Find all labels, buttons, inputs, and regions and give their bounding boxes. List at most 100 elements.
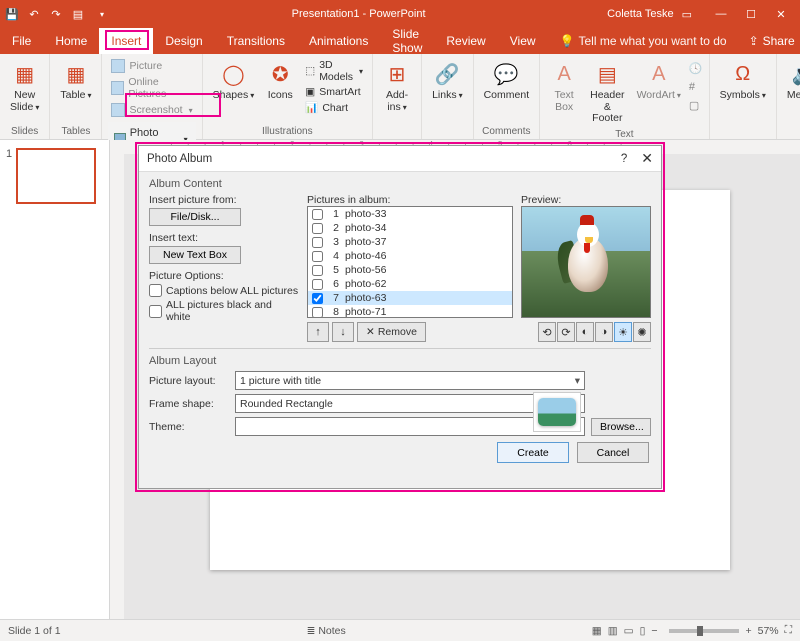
list-item[interactable]: 6photo-62 <box>308 277 512 291</box>
chart-button[interactable]: 📊Chart <box>302 100 366 115</box>
list-item[interactable]: 4photo-46 <box>308 249 512 263</box>
online-pictures-button[interactable]: Online Pictures <box>108 75 195 101</box>
reading-view-icon[interactable]: ▭ <box>624 625 634 637</box>
normal-view-icon[interactable]: ▦ <box>592 625 602 637</box>
date-time-icon[interactable]: 🕓 <box>689 62 703 75</box>
rotate-left-icon[interactable]: ⟲ <box>538 322 556 342</box>
zoom-in-icon[interactable]: + <box>745 625 751 637</box>
list-item-checkbox[interactable] <box>312 223 323 234</box>
symbols-button[interactable]: ΩSymbols▾ <box>716 58 770 104</box>
list-item-checkbox[interactable] <box>312 265 323 276</box>
help-icon[interactable]: ? <box>621 153 627 165</box>
ribbon-options-icon[interactable]: ▭ <box>682 8 692 21</box>
group-symbols: ΩSymbols▾ <box>710 54 777 139</box>
file-disk-button[interactable]: File/Disk... <box>149 208 241 226</box>
slide-indicator[interactable]: Slide 1 of 1 <box>8 625 61 637</box>
tab-view[interactable]: View <box>498 28 548 54</box>
user-name[interactable]: Coletta Teske <box>607 8 673 20</box>
list-item-checkbox[interactable] <box>312 251 323 262</box>
list-item-checkbox[interactable] <box>312 279 323 290</box>
captions-checkbox[interactable] <box>149 284 162 297</box>
tab-animations[interactable]: Animations <box>297 28 380 54</box>
share-button[interactable]: ⇪ Share <box>739 28 800 54</box>
object-icon[interactable]: ▢ <box>689 99 703 112</box>
list-item-checkbox[interactable] <box>312 209 323 220</box>
picture-layout-combo[interactable]: 1 picture with title <box>235 371 585 390</box>
tab-insert[interactable]: Insert <box>99 28 153 54</box>
brightness-down-icon[interactable]: ✺ <box>633 322 651 342</box>
bw-checkbox[interactable] <box>149 305 162 318</box>
list-item[interactable]: 3photo-37 <box>308 235 512 249</box>
list-item-checkbox[interactable] <box>312 307 323 318</box>
notes-button[interactable]: ≣ Notes <box>307 625 346 637</box>
tab-review[interactable]: Review <box>434 28 497 54</box>
slide-number-icon[interactable]: # <box>689 81 703 93</box>
captions-checkbox-row[interactable]: Captions below ALL pictures <box>149 284 299 297</box>
tab-slideshow[interactable]: Slide Show <box>380 28 434 54</box>
pictures-button[interactable]: Picture <box>108 58 195 74</box>
contrast-down-icon[interactable]: ◑ <box>595 322 613 342</box>
links-button[interactable]: 🔗Links▾ <box>428 58 467 104</box>
undo-icon[interactable]: ↶ <box>26 8 42 21</box>
tab-transitions[interactable]: Transitions <box>215 28 297 54</box>
smartart-button[interactable]: ▣SmartArt <box>302 85 366 99</box>
shapes-button[interactable]: ◯Shapes▾ <box>209 58 259 104</box>
list-item-checkbox[interactable] <box>312 293 323 304</box>
icons-button[interactable]: ✪Icons <box>262 58 298 104</box>
photo-album-dialog: Photo Album ? ✕ Album Content Insert pic… <box>138 145 662 489</box>
tab-design[interactable]: Design <box>153 28 214 54</box>
list-item-checkbox[interactable] <box>312 237 323 248</box>
minimize-icon[interactable]: — <box>706 8 736 21</box>
slide-thumbnail-1[interactable] <box>16 148 96 204</box>
tell-me-search[interactable]: 💡 Tell me what you want to do <box>548 28 739 54</box>
save-icon[interactable]: 💾 <box>4 8 20 21</box>
textbox-label: Text Box <box>550 90 578 113</box>
close-icon[interactable]: ✕ <box>766 8 796 21</box>
screenshot-button[interactable]: Screenshot▾ <box>108 102 195 118</box>
addins-button[interactable]: ⊞Add-ins▾ <box>379 58 415 115</box>
zoom-level[interactable]: 57% <box>758 625 779 637</box>
new-textbox-label: New Text Box <box>163 249 227 261</box>
pictures-listbox[interactable]: 1photo-332photo-343photo-374photo-465pho… <box>307 206 513 318</box>
media-button[interactable]: 🔈Media▾ <box>783 58 800 104</box>
qat-more-icon[interactable]: ▾ <box>94 10 110 19</box>
links-label: Links <box>432 89 457 101</box>
zoom-slider[interactable] <box>669 629 739 633</box>
tab-file[interactable]: File <box>0 28 43 54</box>
list-item[interactable]: 5photo-56 <box>308 263 512 277</box>
contrast-up-icon[interactable]: ◐ <box>576 322 594 342</box>
maximize-icon[interactable]: ☐ <box>736 8 766 21</box>
wordart-button[interactable]: AWordArt▾ <box>633 58 685 104</box>
remove-button[interactable]: ✕ Remove <box>357 322 426 342</box>
slideshow-view-icon[interactable]: ▯ <box>640 625 646 637</box>
dialog-title: Photo Album <box>147 153 621 165</box>
table-button[interactable]: ▦ Table▾ <box>56 58 95 104</box>
list-item[interactable]: 7photo-63 <box>308 291 512 305</box>
redo-icon[interactable]: ↷ <box>48 8 64 21</box>
comment-button[interactable]: 💬Comment <box>480 58 534 104</box>
header-footer-button[interactable]: ▤Header & Footer <box>586 58 628 127</box>
new-textbox-button[interactable]: New Text Box <box>149 246 241 264</box>
cancel-button[interactable]: Cancel <box>577 442 649 463</box>
list-item[interactable]: 2photo-34 <box>308 221 512 235</box>
dialog-close-icon[interactable]: ✕ <box>641 150 653 167</box>
rotate-right-icon[interactable]: ⟳ <box>557 322 575 342</box>
sorter-view-icon[interactable]: ▥ <box>608 625 618 637</box>
move-up-button[interactable]: ↑ <box>307 322 329 342</box>
list-item[interactable]: 8photo-71 <box>308 305 512 318</box>
list-item[interactable]: 1photo-33 <box>308 207 512 221</box>
textbox-button[interactable]: AText Box <box>546 58 582 115</box>
zoom-out-icon[interactable]: − <box>651 625 657 637</box>
group-media: 🔈Media▾ <box>777 54 800 139</box>
create-button[interactable]: Create <box>497 442 569 463</box>
bw-checkbox-row[interactable]: ALL pictures black and white <box>149 299 299 323</box>
3d-models-button[interactable]: ⬚3D Models▾ <box>302 58 366 84</box>
start-from-beginning-icon[interactable]: ▤ <box>70 8 86 21</box>
picture-layout-label: Picture layout: <box>149 375 229 387</box>
new-slide-button[interactable]: ▦ New Slide▾ <box>6 58 43 115</box>
browse-button[interactable]: Browse... <box>591 418 651 436</box>
brightness-up-icon[interactable]: ☀ <box>614 322 632 342</box>
fit-to-window-icon[interactable]: ⛶ <box>785 624 792 637</box>
move-down-button[interactable]: ↓ <box>332 322 354 342</box>
tab-home[interactable]: Home <box>43 28 99 54</box>
